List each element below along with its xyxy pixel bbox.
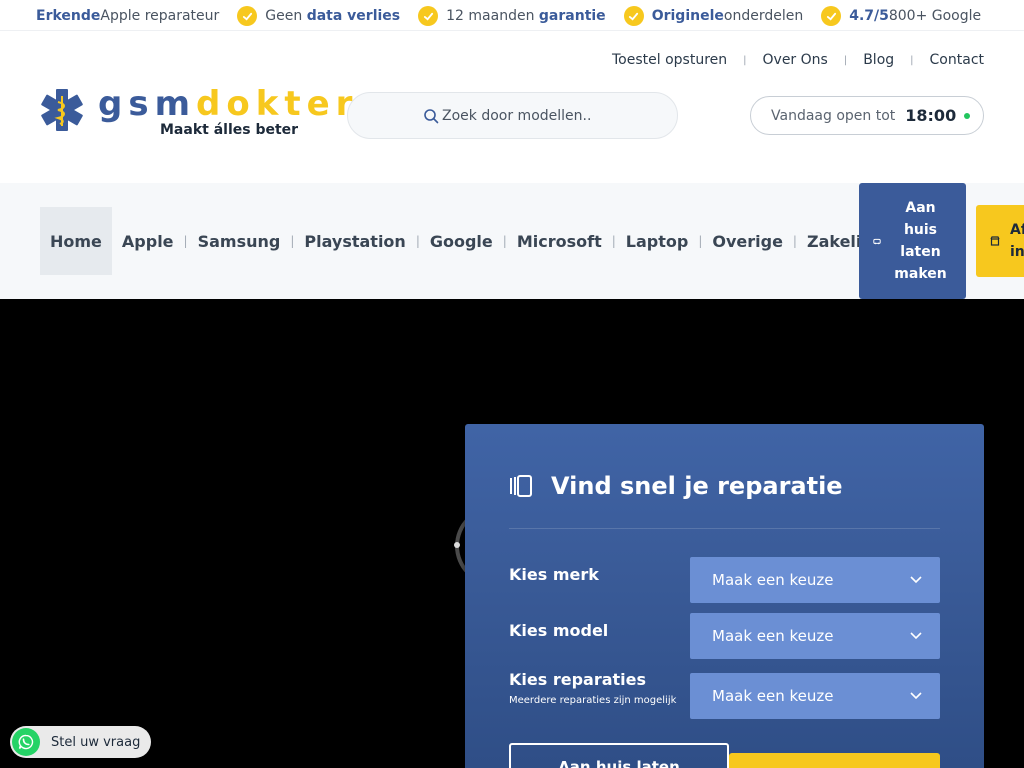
dropoff-label: Af in	[1010, 222, 1024, 260]
brand-label: Kies merk	[509, 565, 599, 584]
loading-spinner-dot	[454, 542, 460, 548]
check-icon	[418, 6, 439, 26]
repairs-sublabel: Meerdere reparaties zijn mogelijk	[509, 695, 677, 706]
nav-item-laptop[interactable]: Laptop	[616, 207, 699, 275]
usp-strong: Erkende	[36, 8, 101, 24]
usp-strong: garantie	[538, 8, 606, 24]
opening-hours: Vandaag open tot 18:00	[750, 96, 984, 135]
usp-text: Apple reparateur	[100, 8, 220, 24]
link-separator: |	[843, 54, 848, 66]
panel-header: Vind snel je reparatie	[509, 472, 843, 500]
search-input[interactable]	[442, 107, 602, 124]
link-separator: |	[743, 54, 747, 66]
link-contact[interactable]: Contact	[930, 52, 984, 68]
usp-text: onderdelen	[723, 8, 804, 24]
search-icon	[424, 108, 439, 123]
home-repair-label: Aan huis laten maken	[894, 200, 947, 282]
logo-slogan: Maakt álles beter	[160, 122, 299, 138]
nav-item-samsung[interactable]: Samsung	[188, 207, 291, 275]
nav-item-microsoft[interactable]: Microsoft	[507, 207, 612, 275]
main-nav: Home Apple | Samsung | Playstation | Goo…	[0, 183, 1024, 299]
usp-bar: Erkende Apple reparateur Geen data verli…	[0, 0, 1024, 31]
brand-select[interactable]: Maak een keuze	[690, 557, 940, 603]
check-icon	[623, 6, 644, 26]
link-over-ons[interactable]: Over Ons	[763, 52, 828, 68]
hours-label: Vandaag open tot	[771, 107, 896, 124]
home-repair-outline-button[interactable]: Aan huis laten	[509, 743, 729, 768]
hero-section: Vind snel je reparatie Kies merk Maak ee…	[0, 299, 1024, 768]
usp-track: Erkende Apple reparateur Geen data verli…	[36, 6, 999, 26]
usp-item: Erkende Apple reparateur	[36, 8, 219, 24]
hours-time: 18:00	[905, 106, 957, 125]
car-icon	[872, 238, 881, 245]
panel-title: Vind snel je reparatie	[551, 472, 843, 500]
whatsapp-icon	[12, 728, 40, 756]
home-repair-button[interactable]: Aan huis laten maken	[859, 183, 966, 299]
link-toestel-opsturen[interactable]: Toestel opsturen	[612, 52, 727, 68]
model-select[interactable]: Maak een keuze	[690, 613, 940, 659]
logo[interactable]: gsmdokter Maakt álles beter	[40, 84, 352, 140]
open-status-dot	[964, 112, 971, 119]
usp-item: 12 maanden garantie	[418, 6, 606, 26]
nav-item-playstation[interactable]: Playstation	[294, 207, 415, 275]
nav-item-home[interactable]: Home	[40, 207, 112, 275]
whatsapp-label: Stel uw vraag	[51, 734, 141, 750]
submit-button[interactable]	[729, 753, 940, 768]
top-links: Toestel opsturen | Over Ons | Blog | Con…	[612, 52, 984, 68]
check-icon	[237, 6, 258, 26]
search-bar[interactable]	[347, 92, 678, 139]
link-separator: |	[910, 54, 914, 66]
chevron-down-icon	[910, 632, 922, 640]
usp-item: 4.7/5 800+ Google	[821, 6, 981, 26]
logo-gsm: gsm	[98, 84, 197, 124]
nav-item-apple[interactable]: Apple	[112, 207, 184, 275]
usp-text: Geen	[265, 8, 303, 24]
logo-dokter: dokter	[196, 84, 359, 124]
store-icon	[990, 236, 1000, 246]
check-icon	[821, 6, 842, 26]
panel-divider	[509, 528, 940, 529]
repairs-select[interactable]: Maak een keuze	[690, 673, 940, 719]
usp-item: Geen data verlies	[237, 6, 400, 26]
nav-item-google[interactable]: Google	[420, 207, 503, 275]
brand-select-value: Maak een keuze	[712, 571, 834, 589]
model-label: Kies model	[509, 621, 609, 640]
repair-finder-panel: Vind snel je reparatie Kies merk Maak ee…	[465, 424, 984, 768]
nav-items: Home Apple | Samsung | Playstation | Goo…	[40, 207, 888, 275]
nav-item-overige[interactable]: Overige	[702, 207, 793, 275]
usp-text: 800+ Google	[888, 8, 982, 24]
repairs-select-value: Maak een keuze	[712, 687, 834, 705]
usp-strong: Originele	[651, 8, 724, 24]
model-select-value: Maak een keuze	[712, 627, 834, 645]
usp-item: Originele onderdelen	[623, 6, 804, 26]
logo-wordmark: gsmdokter	[98, 84, 358, 124]
usp-strong: data verlies	[306, 8, 401, 24]
link-blog[interactable]: Blog	[863, 52, 894, 68]
usp-text: 12 maanden	[446, 8, 535, 24]
chevron-down-icon	[910, 692, 922, 700]
whatsapp-chat-button[interactable]: Stel uw vraag	[10, 726, 151, 758]
chevron-down-icon	[910, 576, 922, 584]
devices-icon	[510, 475, 532, 497]
star-of-life-icon	[41, 89, 83, 131]
usp-strong: 4.7/5	[849, 8, 889, 24]
dropoff-button[interactable]: Af in	[976, 205, 1024, 277]
repairs-label: Kies reparaties	[509, 670, 647, 689]
